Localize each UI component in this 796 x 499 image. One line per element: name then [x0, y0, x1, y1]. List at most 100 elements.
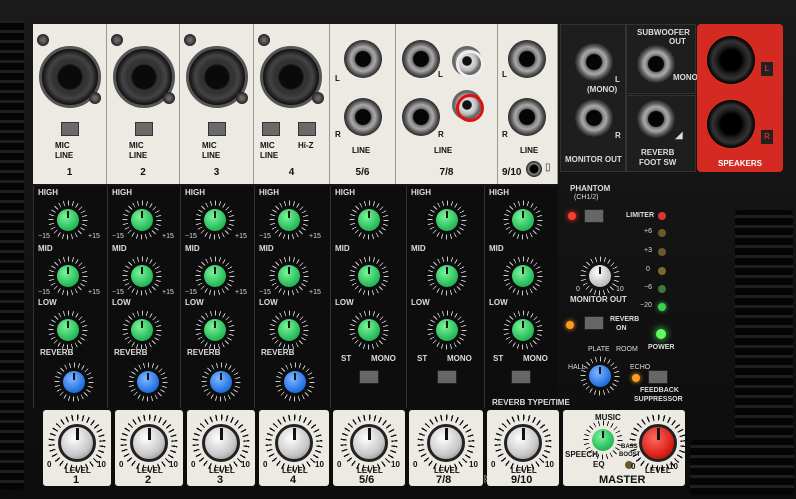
rca-jack-white[interactable]: [452, 46, 484, 78]
l-label: L: [615, 75, 620, 84]
rca-jack-red[interactable]: [452, 90, 484, 122]
channel-number: 2: [145, 474, 152, 486]
eq-strip-5-6: HIGH MID LOW ST MONO: [330, 186, 406, 408]
speaker-jack-l[interactable]: [707, 36, 755, 84]
mid-eq-knob-3[interactable]: [204, 265, 226, 287]
master-level-knob[interactable]: [639, 424, 677, 462]
low-eq-knob-5-6[interactable]: [358, 319, 380, 341]
subwoofer-out-jack[interactable]: [637, 45, 675, 83]
st-mono-switch-5-6[interactable]: [359, 370, 379, 384]
reverb-send-knob-1[interactable]: [63, 371, 85, 393]
level-7-8: 0 10 LEVEL 7/8: [409, 410, 483, 486]
high-eq-knob-7-8[interactable]: [436, 209, 458, 231]
high-eq-knob-5-6[interactable]: [358, 209, 380, 231]
high-eq-knob-3[interactable]: [204, 209, 226, 231]
reverb-send-knob-2[interactable]: [137, 371, 159, 393]
line-jack-10[interactable]: [508, 98, 546, 136]
low-eq-knob-7-8[interactable]: [436, 319, 458, 341]
high-label: HIGH: [38, 188, 58, 197]
level-knob-7-8[interactable]: [427, 424, 465, 462]
line-label: LINE: [202, 151, 221, 160]
hi-z-switch-4[interactable]: [298, 122, 316, 136]
level-knob-1[interactable]: [58, 424, 96, 462]
mid-label: MID: [259, 244, 274, 253]
mid-eq-knob-5-6[interactable]: [358, 265, 380, 287]
meter-label-plus3: +3: [644, 247, 652, 254]
eq-label: EQ: [593, 460, 605, 469]
hi-z-label: Hi-Z: [298, 141, 314, 150]
channel-number: 1: [66, 167, 73, 178]
high-label: HIGH: [335, 188, 355, 197]
scale-max: 10: [469, 460, 478, 469]
feedback-suppressor-button[interactable]: [648, 370, 668, 384]
low-eq-knob-1[interactable]: [57, 319, 79, 341]
level-1: 0 10 LEVEL 1: [43, 410, 111, 486]
high-label: HIGH: [259, 188, 279, 197]
monitor-out-jack-r[interactable]: [575, 99, 613, 137]
mono-label: (MONO): [587, 85, 618, 94]
scale-min: −15: [38, 233, 50, 240]
level-knob-2[interactable]: [130, 424, 168, 462]
high-eq-knob-4[interactable]: [278, 209, 300, 231]
reverb-on-button[interactable]: [584, 316, 604, 330]
level-row: 0 10 LEVEL 1 0 10 LEVEL 2 0 10 LEVEL 3 0…: [33, 408, 733, 490]
mid-eq-knob-1[interactable]: [57, 265, 79, 287]
reverb-label: REVERB: [261, 348, 295, 357]
room-label: ROOM: [616, 346, 638, 353]
level-knob-3[interactable]: [202, 424, 240, 462]
line-jack-6[interactable]: [344, 98, 382, 136]
reverb-foot-sw-jack[interactable]: [637, 100, 675, 138]
level-label: LEVEL: [645, 466, 671, 475]
meter-led-plus3: [658, 248, 666, 256]
mid-eq-knob-7-8[interactable]: [436, 265, 458, 287]
meter-led-minus6: [658, 285, 666, 293]
mid-eq-knob-2[interactable]: [131, 265, 153, 287]
line-jack-9[interactable]: [508, 40, 546, 78]
line-jack-5[interactable]: [344, 40, 382, 78]
monitor-out-jack-l[interactable]: [575, 43, 613, 81]
line-jack-7[interactable]: [402, 40, 440, 78]
screw-icon: [89, 92, 101, 104]
scale-min: 0: [119, 460, 124, 469]
level-knob-9-10[interactable]: [504, 424, 542, 462]
st-mono-switch-7-8[interactable]: [437, 370, 457, 384]
low-eq-knob-9-10[interactable]: [512, 319, 534, 341]
reverb-send-knob-4[interactable]: [284, 371, 306, 393]
master-eq-knob[interactable]: [592, 429, 614, 451]
low-eq-knob-4[interactable]: [278, 319, 300, 341]
mini-jack[interactable]: [526, 161, 542, 177]
foot-sw-label: FOOT SW: [639, 158, 677, 167]
eq-strip-1: HIGH −15 +15 MID −15 +15 LOW REVERB: [33, 186, 107, 408]
mic-line-switch-3[interactable]: [208, 122, 226, 136]
phantom-button[interactable]: [584, 209, 604, 223]
eq-strip-4: HIGH −15 +15 MID −15 +15 LOW REVERB: [254, 186, 330, 408]
vent-grille-left: [0, 20, 24, 490]
st-mono-switch-9-10[interactable]: [511, 370, 531, 384]
channel-number: 7/8: [436, 474, 452, 486]
mic-line-switch-1[interactable]: [61, 122, 79, 136]
mic-line-switch-2[interactable]: [135, 122, 153, 136]
level-knob-5-6[interactable]: [350, 424, 388, 462]
speaker-jack-r[interactable]: [707, 100, 755, 148]
channel-number: 5/6: [355, 167, 370, 178]
low-eq-knob-2[interactable]: [131, 319, 153, 341]
line-jack-8[interactable]: [402, 98, 440, 136]
channel-number: 5/6: [359, 474, 375, 486]
mid-eq-knob-4[interactable]: [278, 265, 300, 287]
low-eq-knob-3[interactable]: [204, 319, 226, 341]
reverb-send-knob-3[interactable]: [210, 371, 232, 393]
mid-eq-knob-9-10[interactable]: [512, 265, 534, 287]
scale-max: +15: [235, 233, 247, 240]
reverb-type-knob[interactable]: [589, 365, 611, 387]
high-eq-knob-1[interactable]: [57, 209, 79, 231]
high-eq-knob-2[interactable]: [131, 209, 153, 231]
high-eq-knob-9-10[interactable]: [512, 209, 534, 231]
screw-icon: [163, 92, 175, 104]
r-label: R: [502, 130, 508, 139]
bluetooth-icon: ᛒ: [483, 474, 489, 484]
monitor-out-knob[interactable]: [589, 265, 611, 287]
mic-line-switch-4[interactable]: [262, 122, 280, 136]
screw-icon: [37, 34, 49, 46]
level-knob-4[interactable]: [275, 424, 313, 462]
eq-strip-9-10: HIGH MID LOW ST MONO: [484, 186, 558, 408]
